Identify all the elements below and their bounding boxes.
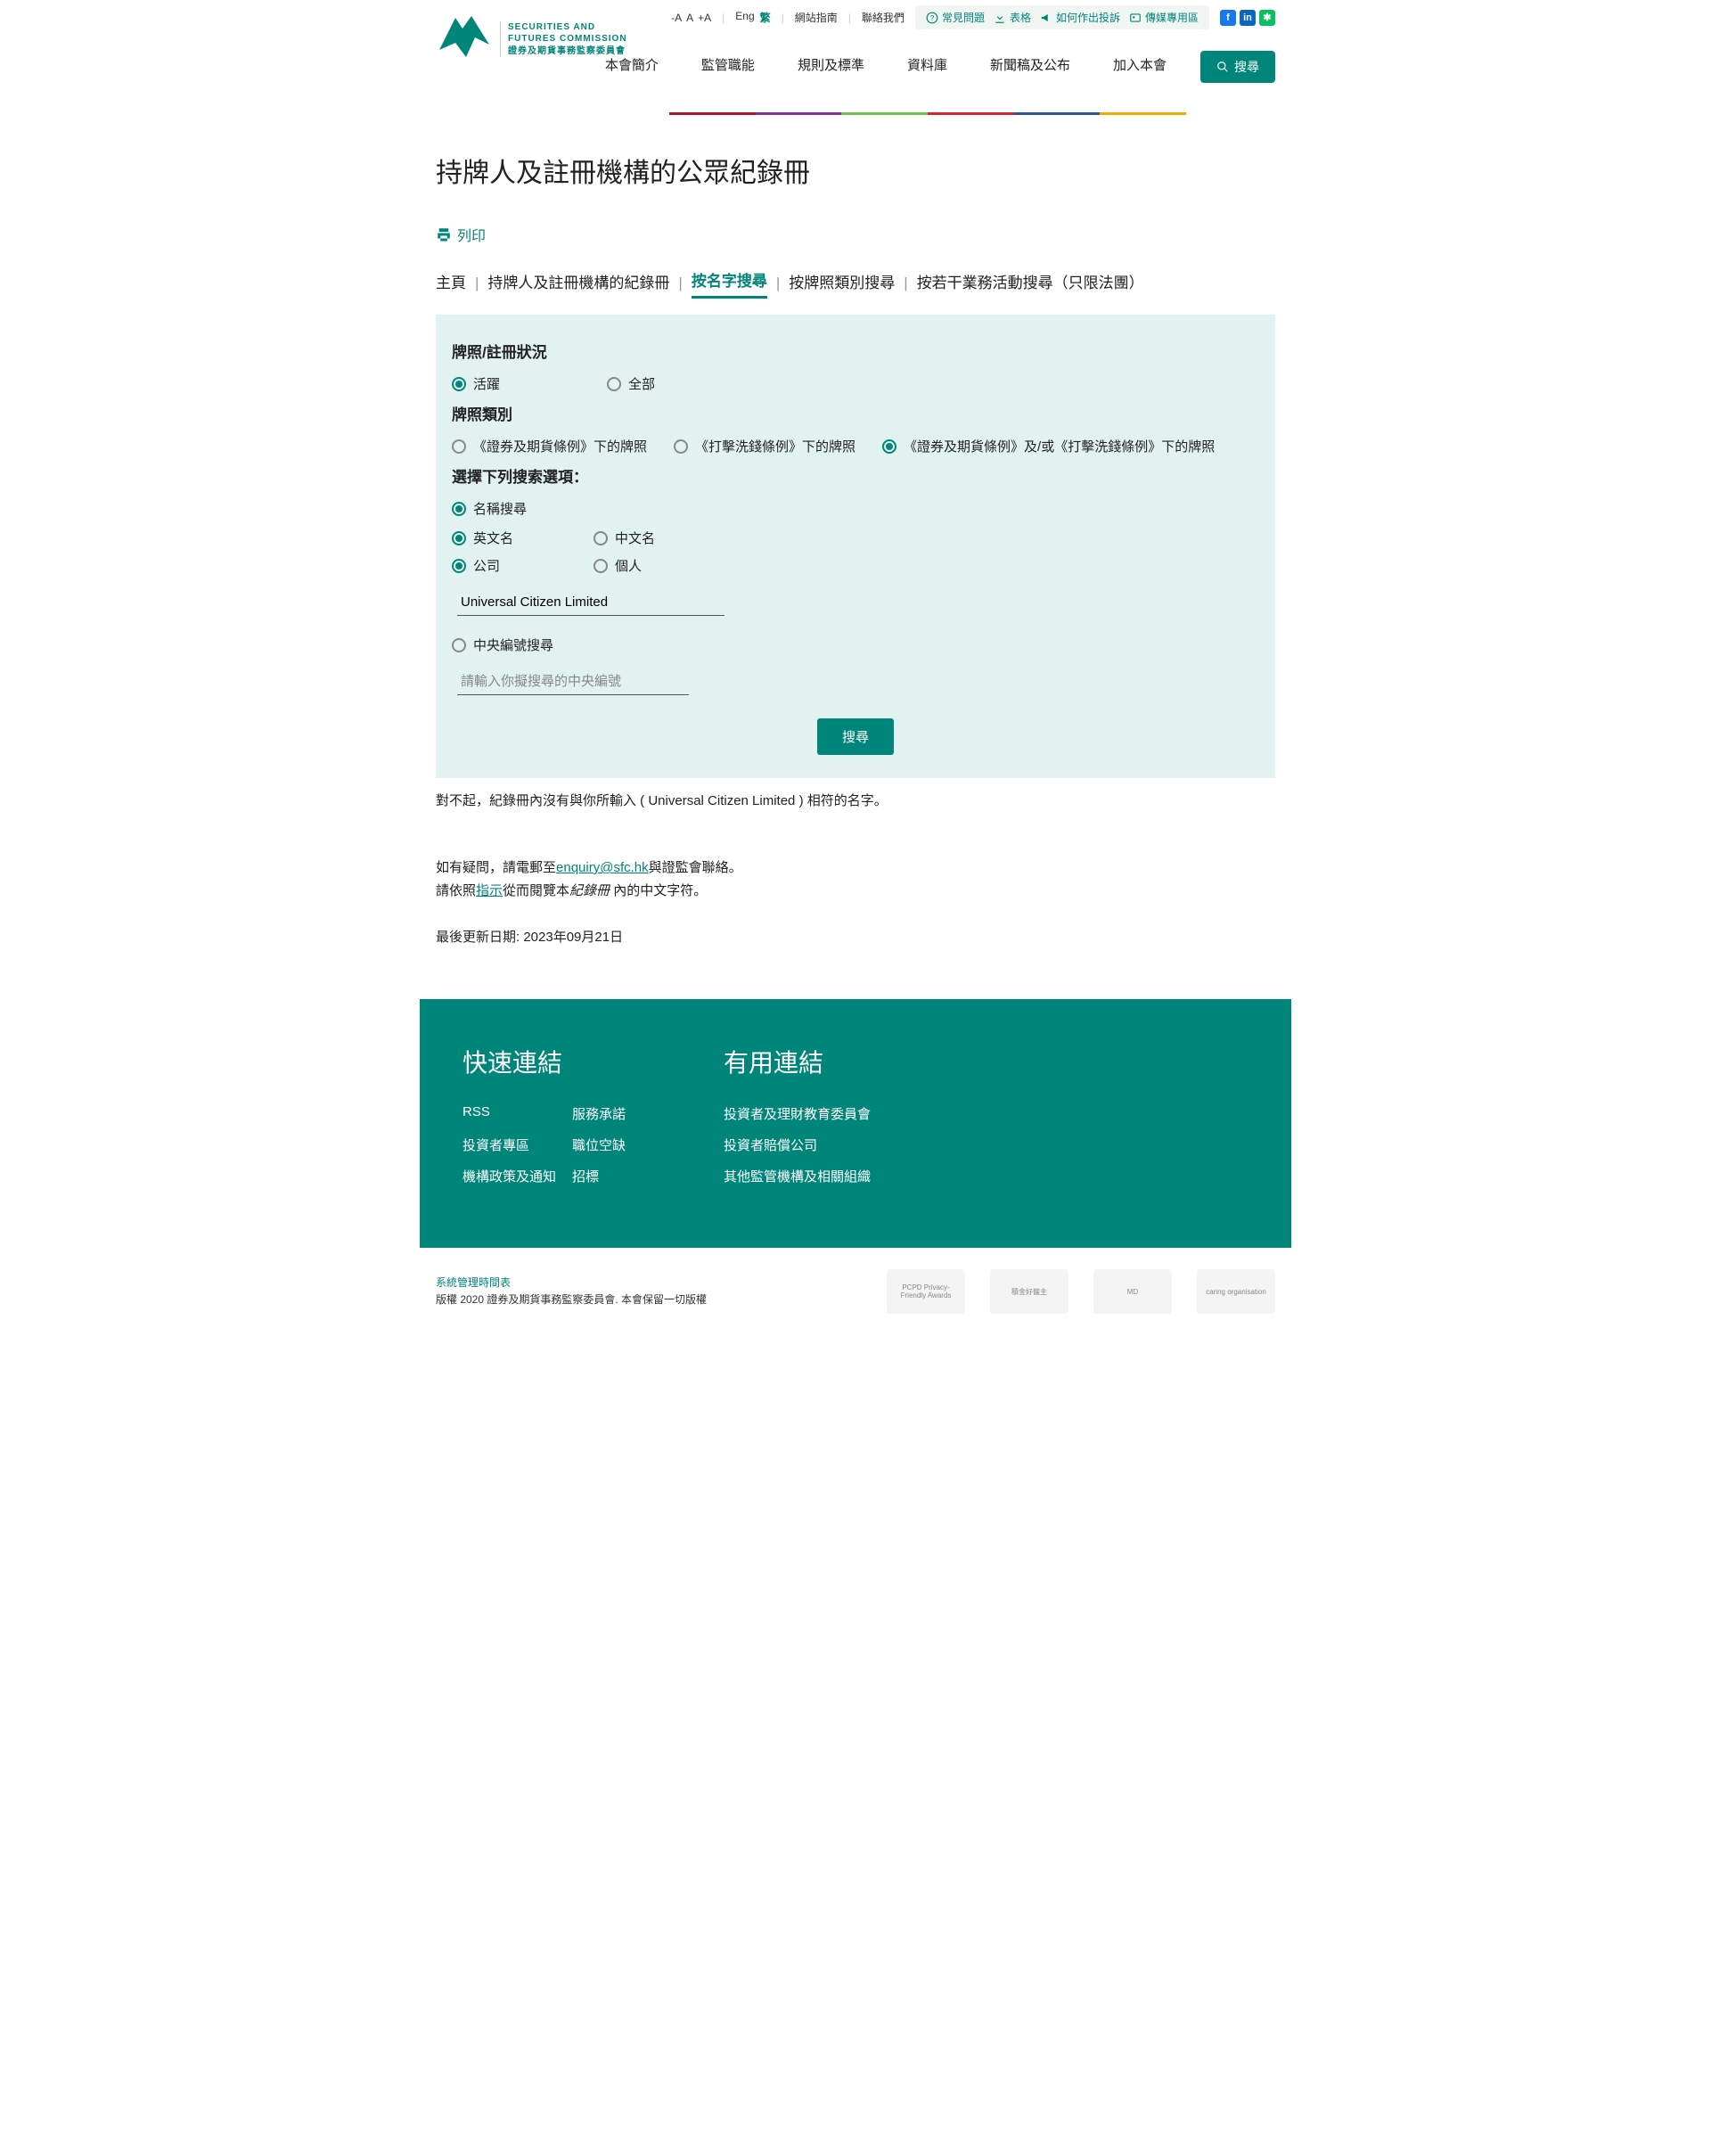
badge-employer: 積金好僱主 bbox=[990, 1269, 1068, 1314]
link-faq[interactable]: ?常見問題 bbox=[926, 10, 985, 25]
tab-by-name[interactable]: 按名字搜尋 bbox=[692, 268, 767, 299]
ce-input[interactable] bbox=[457, 668, 689, 695]
contact-block: 如有疑問，請電郵至enquiry@sfc.hk與證監會聯絡。 請依照指示從而閱覽… bbox=[436, 857, 1275, 902]
nav-join[interactable]: 加入本會 bbox=[1092, 43, 1188, 90]
linkedin-icon[interactable]: in bbox=[1240, 10, 1256, 26]
wechat-icon[interactable]: ✱ bbox=[1259, 10, 1275, 26]
tab-register[interactable]: 持牌人及註冊機構的紀錄冊 bbox=[487, 270, 669, 298]
heading-status: 牌照/註冊狀況 bbox=[452, 340, 1259, 362]
lang-zh[interactable]: 繁 bbox=[760, 10, 771, 25]
footer-ifec[interactable]: 投資者及理財教育委員會 bbox=[724, 1104, 871, 1123]
email-link[interactable]: enquiry@sfc.hk bbox=[556, 860, 649, 875]
link-forms[interactable]: 表格 bbox=[994, 10, 1031, 25]
megaphone-icon bbox=[1040, 12, 1052, 24]
help-icon: ? bbox=[926, 12, 938, 24]
badge-pcpd: PCPD Privacy-Friendly Awards bbox=[887, 1269, 965, 1314]
copyright: 版權 2020 證券及期貨事務監察委員會. 本會保留一切版權 bbox=[436, 1293, 707, 1306]
nav-regulatory[interactable]: 監管職能 bbox=[680, 43, 776, 90]
nav-news[interactable]: 新聞稿及公布 bbox=[969, 43, 1092, 90]
radio-search-name[interactable]: 名稱搜尋 bbox=[452, 499, 1259, 518]
page-title: 持牌人及註冊機構的公眾紀錄冊 bbox=[436, 151, 1275, 190]
search-button[interactable]: 搜尋 bbox=[1200, 51, 1275, 83]
radio-search-ce[interactable]: 中央編號搜尋 bbox=[452, 635, 1259, 654]
svg-text:?: ? bbox=[930, 13, 935, 21]
last-updated: 最後更新日期: 2023年09月21日 bbox=[436, 927, 1275, 946]
facebook-icon[interactable]: f bbox=[1220, 10, 1236, 26]
tab-by-type[interactable]: 按牌照類別搜尋 bbox=[789, 270, 895, 298]
footer-policies[interactable]: 機構政策及通知 bbox=[463, 1167, 556, 1185]
award-badges: PCPD Privacy-Friendly Awards 積金好僱主 MD ca… bbox=[887, 1269, 1275, 1314]
tab-by-activity[interactable]: 按若干業務活動搜尋（只限法團） bbox=[917, 270, 1144, 298]
font-plus[interactable]: +A bbox=[698, 12, 711, 24]
radio-type-sfo[interactable]: 《證券及期貨條例》下的牌照 bbox=[452, 437, 647, 455]
link-complaint[interactable]: 如何作出投訴 bbox=[1040, 10, 1120, 25]
result-message: 對不起，紀錄冊內沒有與你所輸入 ( Universal Citizen Limi… bbox=[436, 791, 1275, 812]
search-icon bbox=[1216, 61, 1229, 73]
radio-entity-ind[interactable]: 個人 bbox=[594, 556, 642, 575]
lang-en[interactable]: Eng bbox=[735, 10, 754, 25]
badge-manpower: MD bbox=[1093, 1269, 1172, 1314]
tab-home[interactable]: 主頁 bbox=[436, 270, 466, 298]
link-contact[interactable]: 聯絡我們 bbox=[862, 10, 905, 25]
badge-caring: caring organisation bbox=[1197, 1269, 1275, 1314]
download-icon bbox=[994, 12, 1006, 24]
footer-heading-useful: 有用連結 bbox=[724, 1044, 871, 1079]
radio-lang-zh[interactable]: 中文名 bbox=[594, 529, 655, 547]
nav-about[interactable]: 本會簡介 bbox=[584, 43, 680, 90]
breadcrumb-tabs: 主頁| 持牌人及註冊機構的紀錄冊| 按名字搜尋| 按牌照類別搜尋| 按若干業務活… bbox=[436, 268, 1275, 299]
image-icon bbox=[1129, 12, 1142, 24]
footer-pledge[interactable]: 服務承諾 bbox=[572, 1104, 626, 1123]
font-minus[interactable]: -A bbox=[671, 12, 682, 24]
footer-regulators[interactable]: 其他監管機構及相關組織 bbox=[724, 1167, 871, 1185]
radio-lang-en[interactable]: 英文名 bbox=[452, 529, 513, 547]
radio-type-amlo[interactable]: 《打擊洗錢條例》下的牌照 bbox=[674, 437, 856, 455]
font-size-switcher[interactable]: -A A +A bbox=[671, 12, 711, 24]
nav-database[interactable]: 資料庫 bbox=[886, 43, 969, 90]
footer-heading-quick: 快速連結 bbox=[463, 1044, 626, 1079]
link-sitemap[interactable]: 網站指南 bbox=[795, 10, 838, 25]
footer-rss[interactable]: RSS bbox=[463, 1104, 556, 1123]
search-form-panel: 牌照/註冊狀況 活躍 全部 牌照類別 《證券及期貨條例》下的牌照 《打擊洗錢條例… bbox=[436, 315, 1275, 778]
print-button[interactable]: 列印 bbox=[436, 224, 1275, 245]
radio-status-active[interactable]: 活躍 bbox=[452, 374, 500, 393]
instructions-link[interactable]: 指示 bbox=[476, 883, 503, 898]
submit-button[interactable]: 搜尋 bbox=[817, 718, 894, 755]
heading-search-option: 選擇下列搜索選項： bbox=[452, 464, 1259, 487]
footer-icc[interactable]: 投資者賠償公司 bbox=[724, 1135, 871, 1154]
radio-entity-corp[interactable]: 公司 bbox=[452, 556, 500, 575]
font-normal[interactable]: A bbox=[686, 12, 693, 24]
heading-licence-type: 牌照類別 bbox=[452, 402, 1259, 424]
link-media[interactable]: 傳媒專用區 bbox=[1129, 10, 1199, 25]
nav-rules[interactable]: 規則及標準 bbox=[776, 43, 886, 90]
footer-jobs[interactable]: 職位空缺 bbox=[572, 1135, 626, 1154]
housekeeping-link[interactable]: 系統管理時間表 bbox=[436, 1276, 511, 1289]
radio-type-both[interactable]: 《證券及期貨條例》及/或《打擊洗錢條例》下的牌照 bbox=[882, 437, 1215, 455]
footer-tender[interactable]: 招標 bbox=[572, 1167, 626, 1185]
footer-invest-corner[interactable]: 投資者專區 bbox=[463, 1135, 556, 1154]
eagle-icon bbox=[436, 11, 493, 68]
name-input[interactable] bbox=[457, 589, 725, 616]
print-icon bbox=[436, 226, 452, 242]
radio-status-all[interactable]: 全部 bbox=[607, 374, 655, 393]
